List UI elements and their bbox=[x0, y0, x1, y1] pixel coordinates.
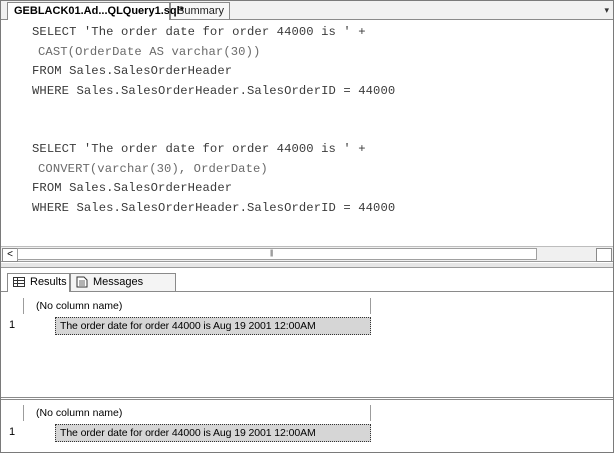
message-icon bbox=[76, 276, 88, 288]
results-grid[interactable]: (No column name) 1 The order date for or… bbox=[1, 400, 613, 452]
scroll-right-arrow-icon[interactable] bbox=[596, 248, 612, 262]
pane-splitter[interactable] bbox=[1, 263, 613, 268]
results-tabstrip: Results Messages bbox=[1, 269, 613, 292]
result-cell[interactable]: The order date for order 44000 is Aug 19… bbox=[55, 317, 371, 335]
scroll-thumb[interactable]: ||| bbox=[17, 248, 537, 260]
code-line: FROM Sales.SalesOrderHeader bbox=[32, 64, 233, 78]
grid-icon bbox=[13, 277, 25, 287]
tab-list-dropdown-icon[interactable]: ▾ bbox=[604, 5, 609, 16]
code-line: WHERE Sales.SalesOrderHeader.SalesOrderI… bbox=[32, 201, 396, 215]
code-line: FROM Sales.SalesOrderHeader bbox=[32, 181, 233, 195]
tab-query[interactable]: GEBLACK01.Ad...QLQuery1.sql* bbox=[7, 2, 184, 20]
query-window: GEBLACK01.Ad...QLQuery1.sql* Summary ▾ S… bbox=[0, 0, 614, 453]
column-header[interactable]: (No column name) bbox=[23, 405, 371, 421]
results-grid[interactable]: (No column name) 1 The order date for or… bbox=[1, 293, 613, 397]
result-cell[interactable]: The order date for order 44000 is Aug 19… bbox=[55, 424, 371, 442]
scroll-left-arrow-icon[interactable]: < bbox=[2, 248, 18, 262]
code-line: CONVERT(varchar(30), OrderDate) bbox=[38, 162, 268, 176]
tab-results-label: Results bbox=[30, 276, 67, 288]
sql-editor[interactable]: SELECT 'The order date for order 44000 i… bbox=[1, 20, 613, 245]
column-header[interactable]: (No column name) bbox=[23, 298, 371, 314]
document-tabstrip: GEBLACK01.Ad...QLQuery1.sql* Summary ▾ bbox=[1, 1, 613, 20]
code-line: WHERE Sales.SalesOrderHeader.SalesOrderI… bbox=[32, 84, 396, 98]
tab-results[interactable]: Results bbox=[7, 273, 70, 292]
results-divider bbox=[1, 291, 613, 292]
tab-messages-label: Messages bbox=[93, 276, 144, 288]
tab-messages[interactable]: Messages bbox=[70, 273, 176, 291]
grip-icon: ||| bbox=[270, 250, 274, 257]
row-number[interactable]: 1 bbox=[9, 319, 15, 331]
row-number[interactable]: 1 bbox=[9, 426, 15, 438]
code-line: CAST(OrderDate AS varchar(30)) bbox=[38, 45, 261, 59]
horizontal-scrollbar[interactable]: < ||| bbox=[1, 246, 613, 262]
code-line: SELECT 'The order date for order 44000 i… bbox=[32, 25, 366, 39]
code-line: SELECT 'The order date for order 44000 i… bbox=[32, 142, 366, 156]
